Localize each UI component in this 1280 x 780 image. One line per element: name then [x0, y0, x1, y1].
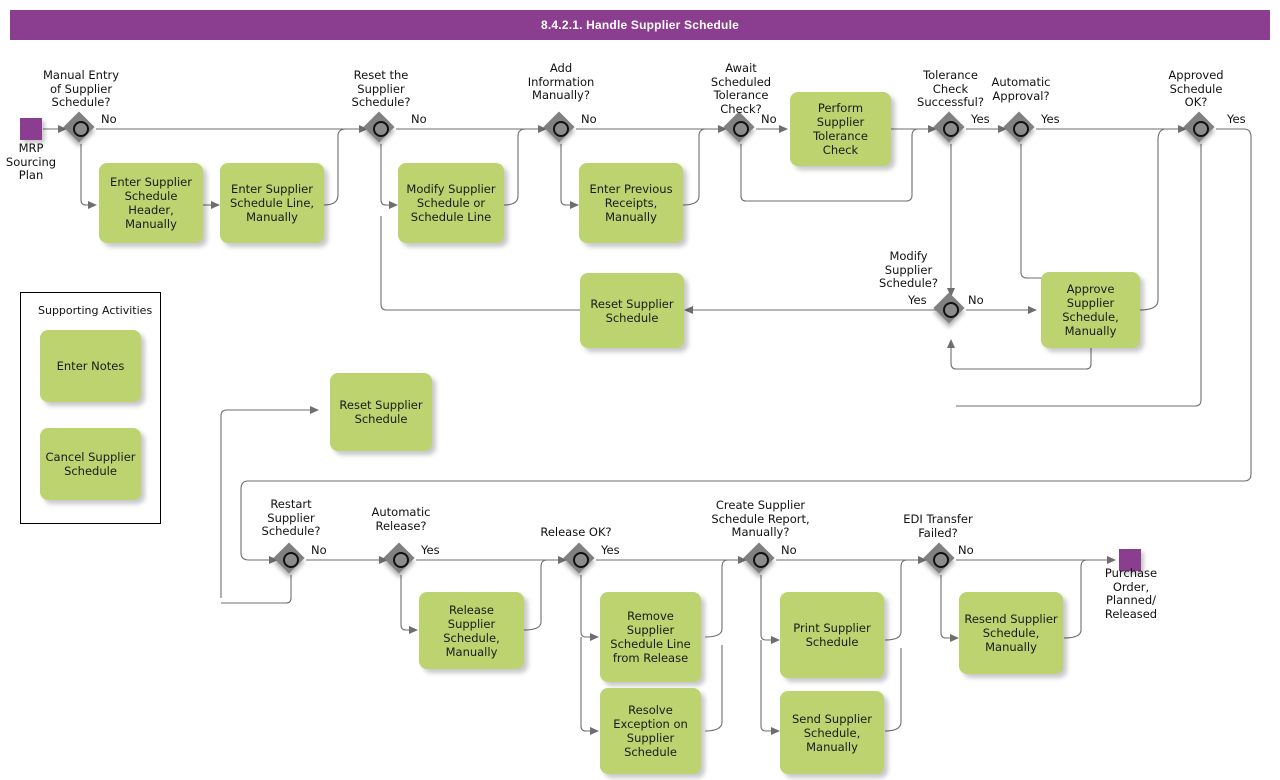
- task-enter-schedule-header[interactable]: Enter Supplier Schedule Header, Manually: [99, 163, 203, 243]
- task-cancel-supplier-schedule[interactable]: Cancel Supplier Schedule: [40, 428, 141, 500]
- task-perform-tolerance-check[interactable]: Perform Supplier Tolerance Check: [790, 92, 891, 166]
- task-enter-notes[interactable]: Enter Notes: [40, 330, 141, 402]
- flow-label-no-1: No: [101, 112, 117, 126]
- gateway-approved-schedule-ok[interactable]: [1183, 111, 1216, 144]
- task-reset-supplier-schedule-lower[interactable]: Reset Supplier Schedule: [330, 373, 432, 451]
- flow-label-no-5: No: [968, 293, 984, 307]
- end-event-label: Purchase Order, Planned/ Released: [1104, 566, 1158, 621]
- task-resend-schedule-manually[interactable]: Resend Supplier Schedule, Manually: [959, 592, 1063, 674]
- flow-label-yes-4: Yes: [908, 293, 927, 307]
- gateway-automatic-approval-label: Automatic Approval?: [991, 75, 1051, 103]
- gateway-edi-transfer-failed[interactable]: [923, 542, 956, 575]
- gateway-reset-schedule-label: Reset the Supplier Schedule?: [351, 68, 411, 109]
- gateway-release-ok-label: Release OK?: [540, 525, 612, 539]
- gateway-create-report-manually[interactable]: [743, 542, 776, 575]
- gateway-manual-entry-label: Manual Entry of Supplier Schedule?: [42, 68, 120, 109]
- flow-label-no-7: No: [781, 543, 797, 557]
- gateway-ring-icon: [373, 121, 389, 137]
- task-print-supplier-schedule[interactable]: Print Supplier Schedule: [780, 592, 884, 678]
- gateway-approved-schedule-ok-label: Approved Schedule OK?: [1168, 68, 1224, 109]
- gateway-add-information-label: Add Information Manually?: [527, 61, 595, 102]
- gateway-restart-supplier-schedule-label: Restart Supplier Schedule?: [261, 497, 321, 538]
- flow-label-no-4: No: [761, 112, 777, 126]
- gateway-ring-icon: [393, 552, 409, 568]
- gateway-ring-icon: [573, 552, 589, 568]
- start-event: [20, 118, 42, 140]
- flow-label-no-2: No: [411, 112, 427, 126]
- gateway-automatic-approval[interactable]: [1003, 111, 1036, 144]
- gateway-ring-icon: [753, 552, 769, 568]
- flow-label-yes-3: Yes: [1227, 112, 1246, 126]
- gateway-modify-supplier-schedule[interactable]: [933, 292, 966, 325]
- gateway-modify-supplier-schedule-label: Modify Supplier Schedule?: [879, 249, 938, 290]
- gateway-ring-icon: [1193, 121, 1209, 137]
- task-approve-schedule-manually[interactable]: Approve Supplier Schedule, Manually: [1041, 272, 1140, 348]
- gateway-create-report-manually-label: Create Supplier Schedule Report, Manuall…: [711, 498, 810, 539]
- task-send-schedule-manually[interactable]: Send Supplier Schedule, Manually: [780, 691, 884, 774]
- flow-label-yes-1: Yes: [971, 112, 990, 126]
- flow-label-no-8: No: [958, 543, 974, 557]
- flow-label-yes-5: Yes: [421, 543, 440, 557]
- gateway-ring-icon: [553, 121, 569, 137]
- gateway-reset-schedule[interactable]: [363, 111, 396, 144]
- gateway-ring-icon: [933, 552, 949, 568]
- gateway-ring-icon: [943, 121, 959, 137]
- gateway-ring-icon: [943, 302, 959, 318]
- gateway-edi-transfer-failed-label: EDI Transfer Failed?: [903, 512, 973, 540]
- gateway-tolerance-check-successful[interactable]: [933, 111, 966, 144]
- gateway-await-tolerance-check-label: Await Scheduled Tolerance Check?: [710, 61, 772, 116]
- task-reset-supplier-schedule-upper[interactable]: Reset Supplier Schedule: [580, 273, 684, 348]
- gateway-release-ok[interactable]: [563, 542, 596, 575]
- task-enter-schedule-line[interactable]: Enter Supplier Schedule Line, Manually: [220, 163, 324, 243]
- start-event-label: MRP Sourcing Plan: [5, 141, 57, 182]
- gateway-ring-icon: [1013, 121, 1029, 137]
- gateway-automatic-release[interactable]: [383, 542, 416, 575]
- task-release-schedule-manually[interactable]: Release Supplier Schedule, Manually: [419, 592, 524, 669]
- gateway-automatic-release-label: Automatic Release?: [371, 505, 431, 533]
- flow-label-yes-2: Yes: [1041, 112, 1060, 126]
- task-remove-schedule-line-from-release[interactable]: Remove Supplier Schedule Line from Relea…: [600, 592, 701, 682]
- task-resolve-exception-on-schedule[interactable]: Resolve Exception on Supplier Schedule: [600, 688, 701, 774]
- gateway-ring-icon: [733, 121, 749, 137]
- gateway-await-tolerance-check[interactable]: [723, 111, 756, 144]
- task-modify-schedule-or-line[interactable]: Modify Supplier Schedule or Schedule Lin…: [398, 163, 504, 243]
- gateway-manual-entry[interactable]: [63, 111, 96, 144]
- task-enter-previous-receipts[interactable]: Enter Previous Receipts, Manually: [579, 163, 683, 243]
- supporting-activities-title: Supporting Activities: [38, 304, 153, 317]
- flow-label-no-3: No: [581, 112, 597, 126]
- gateway-restart-supplier-schedule[interactable]: [273, 542, 306, 575]
- flow-label-yes-6: Yes: [601, 543, 620, 557]
- gateway-add-information[interactable]: [543, 111, 576, 144]
- flow-label-no-6: No: [311, 543, 327, 557]
- gateway-ring-icon: [283, 552, 299, 568]
- gateway-ring-icon: [73, 121, 89, 137]
